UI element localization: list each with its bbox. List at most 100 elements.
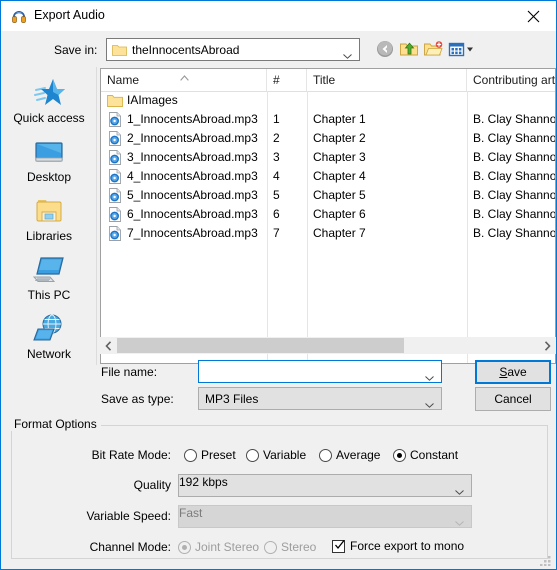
column-separator	[307, 91, 308, 363]
radio-indicator	[319, 449, 332, 462]
mp3-file-icon	[107, 112, 123, 127]
file-name-label: File name:	[101, 365, 158, 379]
sort-ascending-icon	[180, 70, 189, 81]
table-row[interactable]: 1_InnocentsAbroad.mp3 1 Chapter 1 B. Clay S…	[101, 110, 555, 129]
radio-label: Average	[336, 448, 381, 462]
cancel-button-label: Cancel	[494, 392, 532, 406]
cell-name: IAImages	[127, 93, 178, 107]
bit-rate-mode-label: Bit Rate Mode:	[91, 448, 171, 462]
cell-num: 7	[273, 226, 280, 240]
back-button[interactable]	[375, 39, 397, 60]
libraries-folder-icon	[6, 193, 92, 227]
radio-label: Variable	[263, 448, 307, 462]
sidebar-item-label: Desktop	[26, 170, 72, 184]
cancel-button[interactable]: Cancel	[475, 387, 551, 411]
cell-artist: B. Clay Shannon	[473, 131, 556, 145]
quality-select[interactable]: 192 kbps	[178, 474, 472, 497]
table-row[interactable]: 6_InnocentsAbroad.mp3 6 Chapter 6 B. Clay S…	[101, 205, 555, 224]
column-header-label: Contributing art	[473, 73, 556, 87]
cell-title: Chapter 1	[313, 112, 366, 126]
mp3-file-icon	[107, 226, 123, 241]
chevron-down-icon	[343, 48, 352, 59]
table-row[interactable]: 2_InnocentsAbroad.mp3 2 Chapter 2 B. Clay S…	[101, 129, 555, 148]
title-bar: Export Audio	[1, 1, 556, 31]
radio-label: Joint Stereo	[195, 540, 260, 554]
this-pc-computer-icon	[6, 252, 92, 286]
sidebar-item-label: Quick access	[13, 111, 85, 125]
radio-indicator	[393, 449, 406, 462]
sidebar-item-this-pc[interactable]: This PC	[6, 252, 92, 310]
cell-num	[273, 91, 307, 110]
cell-name: 5_InnocentsAbroad.mp3	[127, 188, 258, 202]
cell-num: 2	[273, 131, 280, 145]
cell-artist: B. Clay Shannon	[473, 112, 556, 126]
audacity-headphones-icon	[11, 8, 27, 24]
cell-num: 4	[273, 169, 280, 183]
up-one-level-button[interactable]	[399, 39, 421, 60]
cell-artist: B. Clay Shannon	[473, 207, 556, 221]
quick-access-star-icon	[6, 75, 92, 109]
scrollbar-thumb[interactable]	[117, 338, 404, 353]
checkmark-icon	[333, 538, 346, 551]
chevron-down-icon[interactable]	[425, 370, 434, 381]
cell-name: 6_InnocentsAbroad.mp3	[127, 207, 258, 221]
cell-num: 6	[273, 207, 280, 221]
cell-artist: B. Clay Shannon	[473, 169, 556, 183]
sidebar-item-label: Libraries	[25, 229, 73, 243]
save-button-label: ave	[507, 365, 527, 379]
folder-icon	[107, 93, 123, 108]
close-button[interactable]	[510, 1, 556, 31]
sidebar-item-quick-access[interactable]: Quick access	[6, 75, 92, 133]
force-mono-label: Force export to mono	[350, 539, 465, 553]
file-name-input[interactable]	[198, 360, 442, 383]
column-header-artist[interactable]: Contributing art	[467, 69, 556, 91]
table-row[interactable]: 5_InnocentsAbroad.mp3 5 Chapter 5 B. Clay S…	[101, 186, 555, 205]
network-globe-icon	[6, 311, 92, 345]
save-button[interactable]: Save	[475, 360, 551, 384]
cell-title: Chapter 2	[313, 131, 366, 145]
places-bar: Quick access Desktop Libraries This PC N…	[2, 67, 97, 365]
file-list[interactable]: Name # Title Contributing art IAImages 1_Inn…	[100, 68, 556, 364]
cell-title: Chapter 4	[313, 169, 366, 183]
cell-artist: B. Clay Shannon	[473, 150, 556, 164]
resize-grip[interactable]	[540, 553, 553, 567]
table-row[interactable]: 4_InnocentsAbroad.mp3 4 Chapter 4 B. Clay S…	[101, 167, 555, 186]
save-in-value: theInnocentsAbroad	[132, 43, 240, 57]
mp3-file-icon	[107, 207, 123, 222]
sidebar-item-libraries[interactable]: Libraries	[6, 193, 92, 251]
new-folder-button[interactable]	[423, 39, 445, 60]
cell-name: 7_InnocentsAbroad.mp3	[127, 226, 258, 240]
cell-artist: B. Clay Shannon	[473, 226, 556, 240]
table-row[interactable]: 7_InnocentsAbroad.mp3 7 Chapter 7 B. Clay S…	[101, 224, 555, 243]
cell-artist: B. Clay Shannon	[473, 188, 556, 202]
scroll-right-arrow-icon[interactable]	[539, 337, 556, 354]
chevron-down-icon	[455, 515, 464, 526]
table-row[interactable]: 3_InnocentsAbroad.mp3 3 Chapter 3 B. Clay S…	[101, 148, 555, 167]
column-header-label: Name	[107, 73, 140, 87]
cell-name: 1_InnocentsAbroad.mp3	[127, 112, 258, 126]
sidebar-item-network[interactable]: Network	[6, 311, 92, 369]
save-in-combobox[interactable]: theInnocentsAbroad	[106, 38, 360, 61]
chevron-down-icon[interactable]	[455, 484, 464, 495]
export-audio-dialog: Export Audio Save in: theInnocentsAbroad	[0, 0, 557, 570]
radio-indicator	[184, 449, 197, 462]
column-header-num[interactable]: #	[267, 69, 307, 91]
radio-indicator	[264, 541, 277, 554]
scroll-left-arrow-icon[interactable]	[100, 337, 117, 354]
save-as-type-select[interactable]: MP3 Files	[198, 387, 442, 410]
table-row[interactable]: IAImages	[101, 91, 555, 110]
sidebar-item-desktop[interactable]: Desktop	[6, 134, 92, 192]
channel-mode-label: Channel Mode:	[89, 540, 171, 554]
variable-speed-value: Fast	[179, 506, 203, 520]
mp3-file-icon	[107, 150, 123, 165]
cell-name: 2_InnocentsAbroad.mp3	[127, 131, 258, 145]
window-title: Export Audio	[34, 8, 105, 22]
save-as-type-value: MP3 Files	[205, 392, 259, 406]
file-list-rows: IAImages 1_InnocentsAbroad.mp3 1 Chapter 1 B…	[101, 91, 555, 363]
chevron-down-icon[interactable]	[425, 397, 434, 408]
column-separator	[467, 91, 468, 363]
views-button[interactable]	[448, 39, 476, 60]
radio-label: Preset	[201, 448, 236, 462]
column-header-title[interactable]: Title	[307, 69, 467, 91]
horizontal-scrollbar[interactable]	[100, 337, 556, 354]
